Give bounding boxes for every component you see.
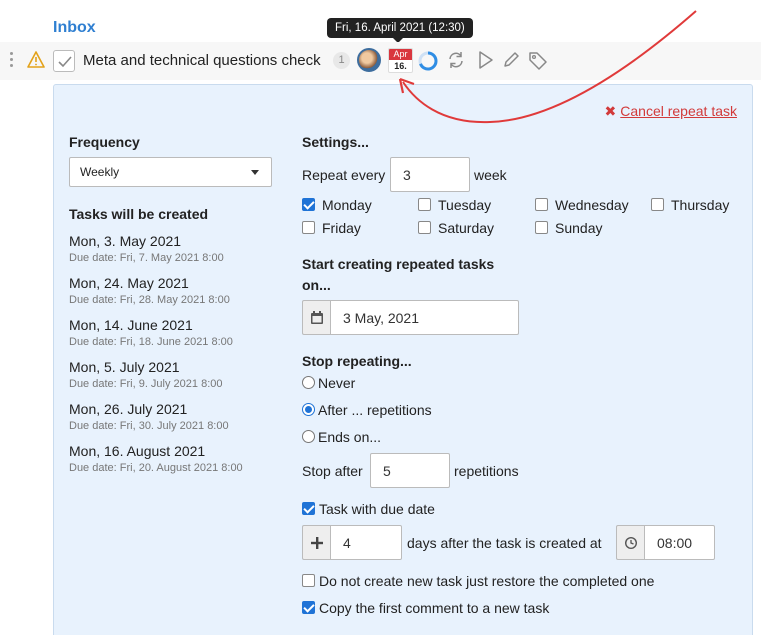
calendar-month: Apr — [389, 49, 412, 60]
checkbox-tuesday[interactable] — [418, 198, 431, 211]
list-item: Mon, 26. July 2021 Due date: Fri, 30. Ju… — [69, 401, 309, 443]
drag-handle-icon[interactable] — [9, 52, 15, 70]
repeat-unit-label: week — [474, 167, 507, 183]
day-label-monday[interactable]: Monday — [322, 197, 372, 213]
radio-never-label[interactable]: Never — [318, 375, 355, 391]
copy-comment-label[interactable]: Copy the first comment to a new task — [319, 600, 549, 616]
radio-after-label[interactable]: After ... repetitions — [318, 402, 432, 418]
created-date: Mon, 5. July 2021 — [69, 359, 180, 375]
stop-after-input[interactable]: 5 — [370, 453, 450, 488]
created-date: Mon, 14. June 2021 — [69, 317, 193, 333]
day-label-friday[interactable]: Friday — [322, 220, 361, 236]
due-date-calendar-icon[interactable]: Apr 16. — [388, 48, 413, 73]
checkbox-wednesday[interactable] — [535, 198, 548, 211]
due-days-label: days after the task is created at — [407, 535, 602, 551]
play-icon[interactable] — [477, 50, 495, 70]
checkbox-copy-comment[interactable] — [302, 601, 315, 614]
warning-icon — [27, 51, 45, 68]
created-date: Mon, 26. July 2021 — [69, 401, 188, 417]
start-heading-cont: on... — [302, 277, 331, 293]
created-due-date: Due date: Fri, 18. June 2021 8:00 — [69, 336, 233, 348]
edit-pencil-icon[interactable] — [502, 50, 520, 70]
day-label-tuesday[interactable]: Tuesday — [438, 197, 491, 213]
cancel-repeat-link[interactable]: ✖ Cancel repeat task — [605, 103, 737, 120]
repeat-task-panel: ✖ Cancel repeat task Frequency Weekly Tas… — [53, 84, 753, 635]
day-label-saturday[interactable]: Saturday — [438, 220, 494, 236]
due-time-input[interactable]: 08:00 — [644, 525, 715, 560]
tag-icon[interactable] — [528, 50, 548, 70]
task-row[interactable]: Meta and technical questions check 1 Apr… — [0, 42, 761, 80]
stop-after-unit: repetitions — [454, 463, 519, 479]
calendar-day: 16. — [394, 61, 407, 71]
day-label-sunday[interactable]: Sunday — [555, 220, 602, 236]
due-date-tooltip: Fri, 16. April 2021 (12:30) — [327, 18, 473, 43]
checkbox-sunday[interactable] — [535, 221, 548, 234]
start-date-input[interactable]: 3 May, 2021 — [330, 300, 519, 335]
start-heading: Start creating repeated tasks — [302, 256, 495, 272]
radio-never[interactable] — [302, 376, 315, 389]
stop-after-label: Stop after — [302, 463, 363, 479]
list-item: Mon, 14. June 2021 Due date: Fri, 18. Ju… — [69, 317, 309, 359]
cancel-repeat-label: Cancel repeat task — [620, 103, 737, 119]
repeat-icon[interactable] — [446, 50, 466, 70]
created-date: Mon, 3. May 2021 — [69, 233, 182, 249]
settings-heading: Settings... — [302, 134, 369, 150]
list-item: Mon, 5. July 2021 Due date: Fri, 9. July… — [69, 359, 309, 401]
checkbox-saturday[interactable] — [418, 221, 431, 234]
created-due-date: Due date: Fri, 28. May 2021 8:00 — [69, 294, 230, 306]
frequency-heading: Frequency — [69, 134, 140, 150]
due-days-input[interactable]: 4 — [330, 525, 402, 560]
chevron-down-icon — [251, 170, 259, 175]
created-date: Mon, 24. May 2021 — [69, 275, 189, 291]
created-tasks-list: Mon, 3. May 2021 Due date: Fri, 7. May 2… — [69, 233, 309, 485]
plus-icon[interactable] — [302, 525, 330, 560]
task-complete-checkbox[interactable] — [53, 50, 75, 72]
radio-ends-on-label[interactable]: Ends on... — [318, 429, 381, 445]
checkbox-thursday[interactable] — [651, 198, 664, 211]
frequency-select[interactable]: Weekly — [69, 157, 272, 187]
repeat-interval-input[interactable]: 3 — [390, 157, 470, 192]
list-item: Mon, 16. August 2021 Due date: Fri, 20. … — [69, 443, 309, 485]
avatar[interactable] — [357, 48, 381, 72]
task-title[interactable]: Meta and technical questions check — [83, 52, 321, 69]
checkbox-monday[interactable] — [302, 198, 315, 211]
created-due-date: Due date: Fri, 30. July 2021 8:00 — [69, 420, 229, 432]
created-due-date: Due date: Fri, 9. July 2021 8:00 — [69, 378, 223, 390]
radio-after-repetitions[interactable] — [302, 403, 315, 416]
tasks-created-heading: Tasks will be created — [69, 206, 209, 222]
progress-ring-icon[interactable] — [417, 50, 439, 72]
created-due-date: Due date: Fri, 7. May 2021 8:00 — [69, 252, 224, 264]
clock-icon[interactable] — [616, 525, 644, 560]
radio-ends-on[interactable] — [302, 430, 315, 443]
repeat-every-label: Repeat every — [302, 167, 386, 183]
comment-count-badge: 1 — [333, 52, 350, 69]
checkbox-task-due-date[interactable] — [302, 502, 315, 515]
check-icon — [58, 56, 72, 68]
day-label-wednesday[interactable]: Wednesday — [555, 197, 629, 213]
created-due-date: Due date: Fri, 20. August 2021 8:00 — [69, 462, 243, 474]
list-item: Mon, 3. May 2021 Due date: Fri, 7. May 2… — [69, 233, 309, 275]
created-date: Mon, 16. August 2021 — [69, 443, 206, 459]
checkbox-restore-completed[interactable] — [302, 574, 315, 587]
task-due-date-label[interactable]: Task with due date — [319, 501, 435, 517]
stop-heading: Stop repeating... — [302, 353, 412, 369]
calendar-icon[interactable] — [302, 300, 330, 335]
checkbox-friday[interactable] — [302, 221, 315, 234]
frequency-selected-value: Weekly — [80, 165, 120, 179]
list-item: Mon, 24. May 2021 Due date: Fri, 28. May… — [69, 275, 309, 317]
restore-completed-label[interactable]: Do not create new task just restore the … — [319, 573, 654, 589]
page-title: Inbox — [53, 19, 96, 36]
day-label-thursday[interactable]: Thursday — [671, 197, 729, 213]
close-icon: ✖ — [604, 103, 617, 119]
